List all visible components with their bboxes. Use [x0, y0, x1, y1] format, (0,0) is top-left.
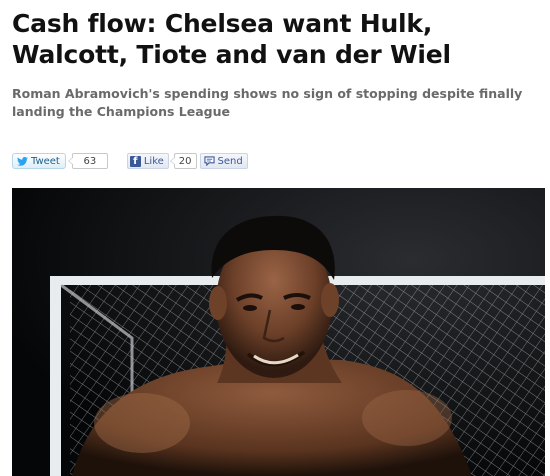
like-label: Like: [143, 155, 164, 167]
share-bar: Tweet 63 f Like 20 Send: [12, 152, 248, 170]
twitter-bird-icon: [17, 156, 28, 166]
tweet-count: 63: [67, 153, 108, 169]
article-headline: Cash flow: Chelsea want Hulk, Walcott, T…: [12, 9, 451, 69]
tweet-label: Tweet: [31, 155, 60, 167]
facebook-icon: f: [129, 155, 141, 167]
facebook-like-button[interactable]: f Like: [126, 153, 169, 169]
send-label: Send: [217, 155, 243, 167]
footballer-photo: [12, 188, 545, 476]
send-icon: [203, 156, 215, 166]
facebook-send-button[interactable]: Send: [199, 153, 248, 169]
tweet-button[interactable]: Tweet: [12, 153, 66, 169]
article-standfirst: Roman Abramovich's spending shows no sig…: [12, 86, 523, 119]
article-hero-image: [12, 188, 545, 476]
like-count: 20: [169, 153, 197, 169]
